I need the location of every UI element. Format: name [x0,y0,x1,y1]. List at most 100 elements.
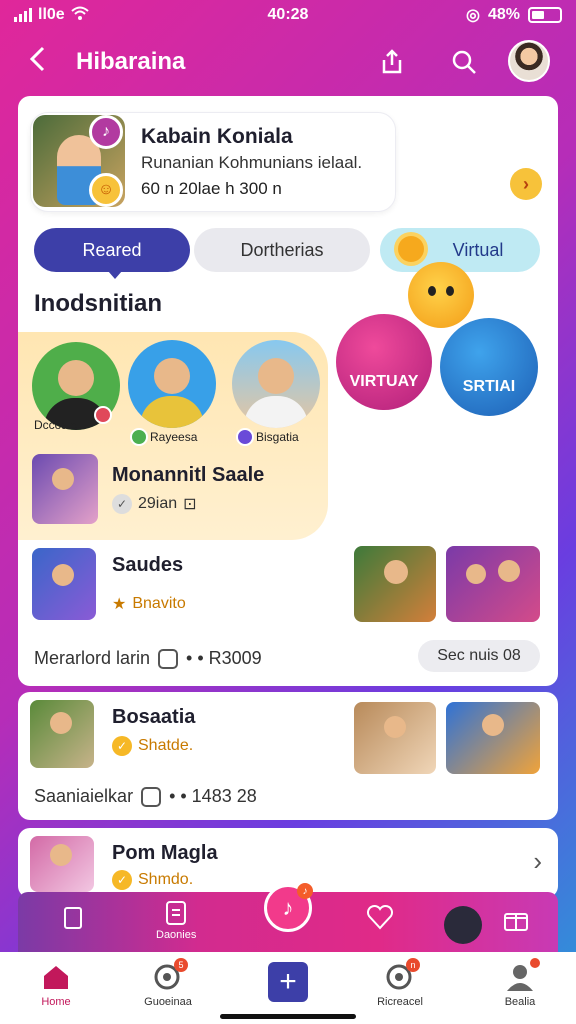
post-title: Bosaatia [112,706,196,728]
story-label: Bisgatia [256,430,299,444]
smile-icon: ☺ [89,173,123,207]
post-footer-meta: • • 1483 28 [169,786,257,806]
home-icon [40,962,72,992]
top-bar: Hibaraina [0,40,576,84]
nav-home[interactable]: Home [16,962,96,1008]
section-title: Inodsnitian [34,290,162,317]
status-dot-icon [130,428,148,446]
yellow-character [408,262,474,328]
story-face [58,360,94,396]
story-circle[interactable] [232,340,320,428]
nav-profile-label: Bealia [504,996,536,1008]
post-footer: Saaniaielkar • • 1483 28 [34,786,257,807]
post-footer-text: Merarlord larin [34,648,151,668]
nav-chat-label: Guoeinaa [144,996,192,1008]
nav-received[interactable]: n Ricreacel [360,958,440,1008]
notification-badge: 5 [174,958,188,972]
tab-virtual-label: Virtual [452,239,504,260]
gift-icon[interactable] [502,904,530,935]
heart-icon[interactable] [366,904,394,933]
featured-title: Monannitl Saale [112,464,265,486]
music-badge-icon [94,406,112,424]
music-icon: ♪ [282,895,294,920]
nav-profile[interactable]: Bealia [480,958,560,1008]
status-dot-icon [236,428,254,446]
post-image[interactable] [446,546,540,622]
battery-fill [532,11,545,19]
post-thumbnail[interactable] [30,836,94,892]
profile-icon [504,958,540,992]
docs-tab-label: Daonies [156,929,197,941]
avatar[interactable] [508,40,550,82]
chevron-right-icon[interactable]: › [533,846,542,877]
post-title: Pom Magla [112,842,218,864]
story-circle[interactable] [128,340,216,428]
tab-reared[interactable]: Reared [34,228,190,279]
status-dot-icon [530,958,540,968]
star-icon: ★ [112,596,127,613]
see-more-chip[interactable]: Sec nuis 08 [418,640,540,672]
post-title: Saudes [112,554,184,576]
virtual-character-label: VIRTUAY [349,373,419,390]
status-bar: ll0e 40:28 ◎ 48% [0,0,576,30]
next-arrow-button[interactable]: › [510,168,542,200]
notification-badge: ♪ [297,883,313,899]
featured-meta: ✓ 29ian ⊡ [112,494,197,514]
notification-badge: n [406,958,420,972]
pink-character: VIRTUAY [336,314,432,410]
story-face [154,358,190,394]
music-fab-button[interactable]: ♪ ♪ [264,883,313,932]
docs-tab[interactable]: Daonies [156,900,196,941]
comment-icon [141,786,162,807]
post-footer-meta: • • R3009 [186,648,262,668]
home-indicator [220,1014,356,1019]
nav-received-label: Ricreacel [377,996,423,1008]
post-image[interactable] [354,702,436,774]
plus-icon: + [279,965,297,998]
battery-icon [528,7,562,23]
post-thumbnail[interactable] [30,700,94,768]
characters-illustration: VIRTUAY SRTIAI [322,262,558,442]
user-avatar[interactable] [444,906,482,944]
back-arrow-icon[interactable] [28,45,46,79]
chat-icon: n [384,958,420,992]
document-icon [166,901,187,925]
page-title: Hibaraina [76,48,186,75]
post-meta-text: Bnavito [132,595,186,612]
blue-character: SRTIAI [440,318,538,416]
create-button[interactable]: + [268,962,308,1002]
post-meta-text: Shmdo. [138,871,194,888]
post-meta: ★ Bnavito [112,594,186,614]
nav-chat[interactable]: 5 Guoeinaa [128,958,208,1008]
story-body [140,396,204,428]
post-thumbnail[interactable] [32,548,96,620]
comment-icon: ⊡ [183,496,197,513]
post-image[interactable] [354,546,436,622]
featured-thumbnail[interactable] [32,454,98,524]
profile-card[interactable]: ♪ ☺ Kabain Koniala Runanian Kohmunians i… [30,112,396,212]
chat-icon: 5 [152,958,188,992]
profile-name: Kabain Koniala [141,125,293,148]
status-time: 40:28 [267,6,309,23]
profile-subtitle: Runanian Kohmunians ielaal. [141,153,363,172]
post-footer: Merarlord larin • • R3009 [34,648,262,669]
story-body [244,396,308,428]
music-note-icon: ♪ [89,115,123,149]
check-icon: ✓ [112,494,132,514]
search-icon[interactable] [448,46,480,78]
post-image[interactable] [446,702,540,774]
profile-stats: 60 n 20lae h 300 n [141,179,282,198]
share-icon[interactable] [376,46,408,78]
post-footer-text: Saaniaielkar [34,786,134,806]
post-meta: ✓ Shmdo. [112,870,193,890]
story-label: Dccoalo [34,418,78,432]
sun-icon [398,236,424,262]
coin-icon: ✓ [112,736,132,756]
comment-icon [158,648,179,669]
nav-home-label: Home [41,996,71,1008]
post-meta-text: Shatde. [138,737,194,754]
bookmark-icon[interactable] [62,906,84,933]
story-face [258,358,294,394]
coin-icon: ✓ [112,870,132,890]
featured-meta-text: 29ian [138,495,178,512]
